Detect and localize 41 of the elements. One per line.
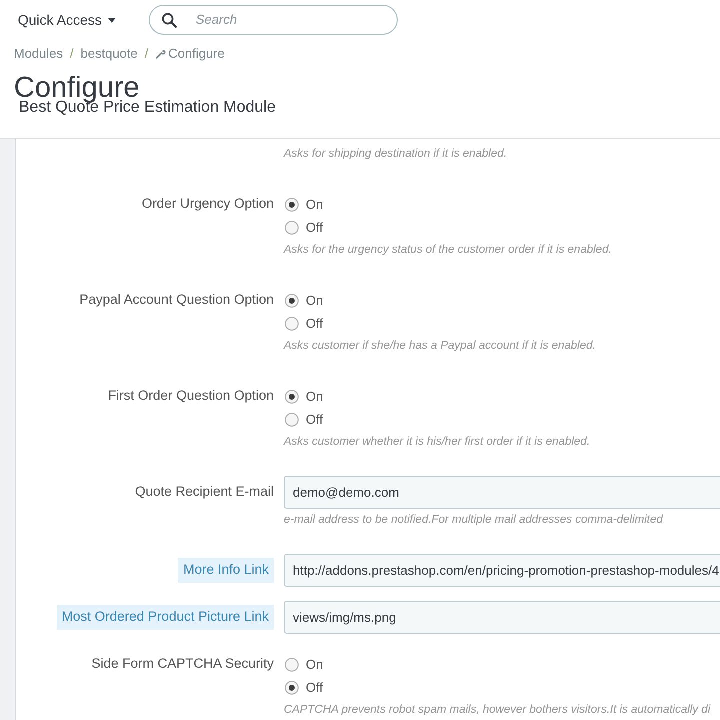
- radio-option[interactable]: On: [285, 654, 324, 674]
- radio-option[interactable]: On: [285, 290, 324, 310]
- radio-icon[interactable]: [285, 680, 299, 694]
- breadcrumb-separator: /: [144, 45, 148, 64]
- radio-icon[interactable]: [285, 316, 299, 330]
- radio-icon[interactable]: [285, 294, 299, 308]
- field-label: Order Urgency Option: [142, 195, 274, 214]
- radio-icon[interactable]: [285, 220, 299, 234]
- tooltip-label: More Info Link: [178, 558, 274, 583]
- help-text: Asks customer if she/he has a Paypal account if it is enabled.: [284, 339, 597, 354]
- help-text: e-mail address to be notified.For multiple mail addresses comma-delimited: [284, 513, 664, 528]
- radio-icon[interactable]: [285, 412, 299, 426]
- help-text: Asks for the urgency status of the customer order if it is enabled.: [284, 243, 613, 258]
- help-text: Asks customer whether it is his/her first order if it is enabled.: [284, 435, 592, 450]
- tooltip-label: Most Ordered Product Picture Link: [56, 605, 274, 630]
- breadcrumb-current: Configure: [168, 45, 225, 64]
- radio-option[interactable]: On: [285, 194, 324, 214]
- breadcrumb-link[interactable]: Modules: [14, 44, 64, 64]
- radio-icon[interactable]: [285, 390, 299, 404]
- field-label: First Order Question Option: [108, 387, 274, 406]
- radio-icon[interactable]: [285, 658, 299, 672]
- search-icon: [162, 12, 178, 28]
- radio-option[interactable]: Off: [285, 218, 324, 238]
- breadcrumb-separator: /: [70, 45, 74, 64]
- radio-icon[interactable]: [285, 198, 299, 212]
- field-label: Paypal Account Question Option: [80, 291, 274, 310]
- help-text: CAPTCHA prevents robot spam mails, however bothers visitors.It is automatically di: [284, 703, 712, 718]
- radio-option[interactable]: Off: [285, 410, 324, 430]
- radio-option[interactable]: On: [285, 386, 324, 406]
- text-field[interactable]: views/img/ms.png: [284, 601, 720, 634]
- text-field[interactable]: http://addons.prestashop.com/en/pricing-promotion-prestashop-modules/4: [284, 554, 720, 587]
- quick-access-button[interactable]: Quick Access: [18, 10, 116, 30]
- breadcrumb-link[interactable]: bestquote: [80, 44, 138, 64]
- field-label: Side Form CAPTCHA Security: [92, 655, 274, 674]
- radio-option[interactable]: Off: [285, 314, 324, 334]
- text-field[interactable]: demo@demo.com: [284, 476, 720, 509]
- radio-option[interactable]: Off: [285, 678, 324, 698]
- caret-icon: [108, 18, 116, 22]
- help-text: Asks for shipping destination if it is enabled.: [284, 147, 508, 162]
- field-label: Quote Recipient E-mail: [135, 483, 274, 502]
- wrench-icon: [156, 49, 166, 59]
